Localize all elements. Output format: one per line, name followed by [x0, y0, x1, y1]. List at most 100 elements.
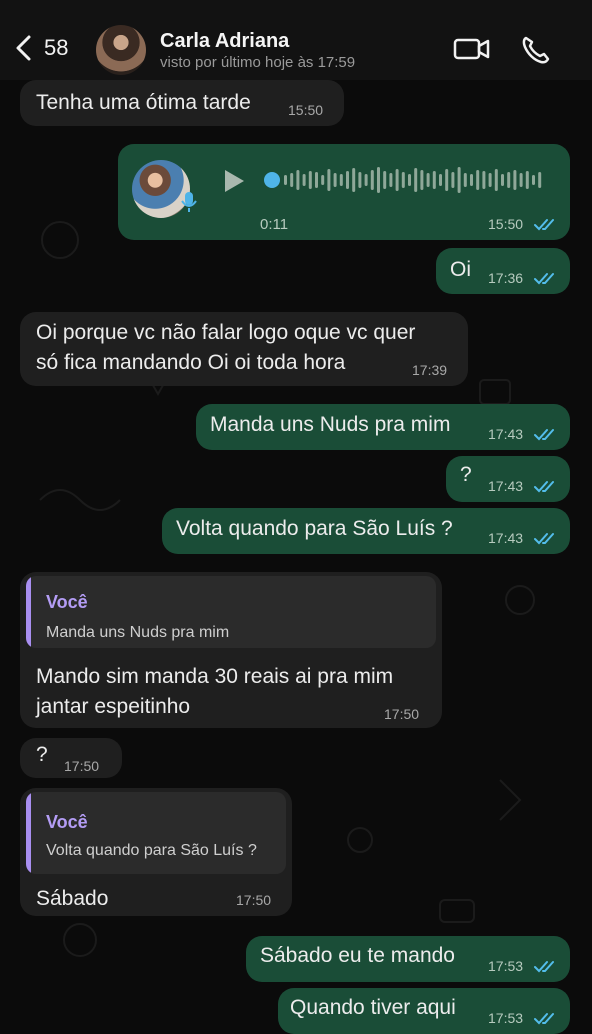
chevron-left-icon	[16, 35, 31, 61]
video-camera-icon[interactable]	[452, 33, 492, 65]
double-check-icon	[534, 429, 554, 441]
message-time: 15:50	[488, 216, 524, 232]
back-button[interactable]: 58	[14, 28, 74, 68]
waveform-bar	[401, 172, 405, 188]
waveform-bar	[525, 171, 529, 189]
message-text: ?	[460, 463, 472, 486]
phone-icon[interactable]	[518, 33, 558, 65]
waveform-bar	[414, 168, 418, 192]
waveform-bar	[445, 169, 449, 191]
quote-text: Manda uns Nuds pra mim	[46, 624, 230, 641]
message-outgoing[interactable]: Volta quando para São Luís ? 17:43	[162, 508, 570, 554]
message-time: 17:43	[488, 478, 524, 494]
message-time: 17:39	[412, 362, 448, 378]
contact-avatar[interactable]	[96, 25, 146, 75]
waveform-bar	[501, 174, 504, 186]
waveform-bar	[327, 169, 331, 191]
waveform-bar	[333, 173, 337, 187]
waveform-bar	[364, 174, 368, 186]
waveform-bar	[476, 170, 480, 190]
waveform-bar	[296, 170, 300, 190]
message-time: 15:50	[288, 102, 324, 118]
message-incoming[interactable]: Oi porque vc não falar logo oque vc quer…	[20, 312, 468, 386]
message-text: Quando tiver aqui	[290, 996, 456, 1019]
waveform-bar	[482, 171, 486, 189]
waveform-bar	[352, 168, 356, 192]
waveform-bar	[439, 174, 442, 186]
message-time: 17:43	[488, 530, 524, 546]
double-check-icon	[534, 961, 554, 973]
double-check-icon	[534, 533, 554, 545]
quoted-message[interactable]: Você Manda uns Nuds pra mim	[26, 576, 436, 648]
waveform-bar	[377, 167, 380, 193]
message-incoming-reply[interactable]: Você Manda uns Nuds pra mim Mando sim ma…	[20, 572, 442, 728]
waveform-bar	[470, 174, 473, 186]
message-outgoing[interactable]: Oi 17:36	[436, 248, 570, 294]
unread-count: 58	[44, 35, 69, 60]
waveform-bar	[290, 173, 294, 187]
message-time: 17:50	[384, 706, 420, 722]
waveform-bar	[408, 174, 411, 186]
microphone-icon	[181, 192, 197, 212]
message-list[interactable]: Tenha uma ótima tarde 15:50 0:11 15:50 O…	[0, 80, 592, 1034]
waveform-bar	[457, 167, 461, 193]
waveform-bar	[488, 173, 492, 187]
waveform-bar	[538, 172, 542, 188]
chat-header: 58 Carla Adriana visto por último hoje à…	[0, 0, 592, 80]
double-check-icon	[534, 273, 554, 285]
waveform-bar	[507, 172, 511, 188]
message-text: Mando sim manda 30 reais ai pra mim jant…	[36, 665, 394, 718]
waveform-bar	[339, 174, 343, 186]
waveform-bar	[426, 173, 430, 187]
waveform-bar	[308, 171, 312, 189]
message-text: Oi porque vc não falar logo oque vc quer…	[36, 321, 416, 374]
waveform-bar	[346, 171, 349, 189]
waveform-bar	[315, 172, 318, 188]
double-check-icon	[534, 481, 554, 493]
audio-duration: 0:11	[260, 216, 289, 233]
waveform-bar	[432, 171, 436, 189]
message-incoming[interactable]: Tenha uma ótima tarde 15:50	[20, 80, 344, 126]
message-text: Sábado	[36, 887, 109, 910]
message-outgoing[interactable]: Manda uns Nuds pra mim 17:43	[196, 404, 570, 450]
waveform-bar	[420, 170, 424, 190]
audio-waveform[interactable]	[258, 160, 548, 200]
message-text: Tenha uma ótima tarde	[36, 91, 251, 114]
message-time: 17:53	[488, 958, 524, 974]
message-time: 17:50	[64, 758, 100, 774]
waveform-bar	[370, 170, 374, 190]
message-outgoing[interactable]: Quando tiver aqui 17:53	[278, 988, 570, 1034]
waveform-bar	[321, 175, 325, 185]
waveform-bar	[513, 170, 517, 190]
waveform-bar	[463, 173, 467, 187]
play-icon[interactable]	[222, 168, 246, 194]
waveform-bar	[451, 172, 455, 188]
message-incoming-reply[interactable]: Você Volta quando para São Luís ? Sábado…	[20, 788, 292, 916]
message-time: 17:36	[488, 270, 524, 286]
message-text: Oi	[450, 258, 471, 281]
waveform-bar	[519, 173, 523, 187]
contact-name[interactable]: Carla Adriana	[160, 30, 289, 53]
waveform-bar	[284, 175, 287, 185]
waveform-bar	[532, 175, 535, 185]
waveform-bar	[389, 173, 393, 187]
message-text: Volta quando para São Luís ?	[176, 517, 453, 540]
message-incoming[interactable]: ? 17:50	[20, 738, 122, 778]
message-text: ?	[36, 743, 48, 766]
waveform-bar	[395, 169, 399, 191]
quoted-message[interactable]: Você Volta quando para São Luís ?	[26, 792, 286, 874]
message-outgoing[interactable]: Sábado eu te mando 17:53	[246, 936, 570, 982]
waveform-bar	[383, 171, 387, 189]
waveform-bar	[302, 174, 306, 186]
quote-author: Você	[46, 812, 88, 832]
last-seen-status: visto por último hoje às 17:59	[160, 54, 356, 71]
quote-text: Volta quando para São Luís ?	[46, 842, 257, 859]
message-time: 17:43	[488, 426, 524, 442]
message-outgoing[interactable]: ? 17:43	[446, 456, 570, 502]
voice-message[interactable]: 0:11 15:50	[118, 144, 570, 240]
waveform-bar	[494, 169, 498, 191]
double-check-icon	[534, 219, 554, 231]
message-time: 17:50	[236, 892, 272, 908]
quote-author: Você	[46, 592, 88, 612]
message-text: Manda uns Nuds pra mim	[210, 413, 451, 436]
